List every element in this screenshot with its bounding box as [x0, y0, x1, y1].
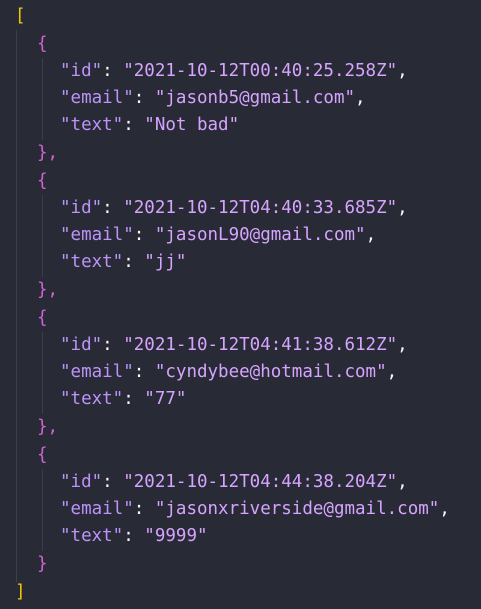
record-4-open-brace: { — [37, 445, 48, 465]
record-1-email-line: "email": "jasonb5@gmail.com", — [60, 88, 366, 108]
record-1-id-line: "id": "2021-10-12T00:40:25.258Z", — [60, 61, 408, 81]
record-1-id-value: "2021-10-12T00:40:25.258Z" — [123, 61, 398, 81]
record-4-id-value: "2021-10-12T04:44:38.204Z" — [123, 472, 398, 492]
record-1-text-value: "Not bad" — [144, 115, 240, 135]
record-2-email-value: "jasonL90@gmail.com" — [154, 225, 366, 245]
record-4-id-line: "id": "2021-10-12T04:44:38.204Z", — [60, 472, 408, 492]
record-1-text-key: "text" — [60, 115, 124, 135]
record-1-close-brace: }, — [37, 143, 59, 163]
record-3-open-brace: { — [37, 308, 48, 328]
record-3-email-line: "email": "cyndybee@hotmail.com", — [60, 362, 398, 382]
record-2-id-key: "id" — [60, 198, 103, 218]
record-4-text-value: "9999" — [144, 526, 208, 546]
record-4-close-brace: } — [37, 554, 48, 574]
record-2-close-brace: }, — [37, 280, 59, 300]
record-3-id-value: "2021-10-12T04:41:38.612Z" — [123, 335, 398, 355]
record-4-id-key: "id" — [60, 472, 103, 492]
close-bracket: ] — [15, 582, 26, 602]
record-3-email-key: "email" — [60, 362, 134, 382]
indent-guide-record-3 — [42, 332, 43, 414]
record-2-email-line: "email": "jasonL90@gmail.com", — [60, 225, 377, 245]
record-4-text-line: "text": "9999" — [60, 526, 208, 546]
record-4-text-key: "text" — [60, 526, 124, 546]
record-2-id-value: "2021-10-12T04:40:33.685Z" — [123, 198, 398, 218]
record-3-id-line: "id": "2021-10-12T04:41:38.612Z", — [60, 335, 408, 355]
record-4-email-key: "email" — [60, 499, 134, 519]
record-1-email-key: "email" — [60, 88, 134, 108]
json-editor[interactable]: [ { "id": "2021-10-12T00:40:25.258Z", "e… — [0, 0, 481, 609]
record-2-text-line: "text": "jj" — [60, 252, 187, 272]
record-3-email-value: "cyndybee@hotmail.com" — [154, 362, 387, 382]
indent-guide-record-2 — [42, 195, 43, 277]
record-1-open-brace: { — [37, 34, 48, 54]
indent-guide-record-1 — [42, 58, 43, 140]
record-3-text-value: "77" — [144, 389, 187, 409]
record-1-id-key: "id" — [60, 61, 103, 81]
record-2-open-brace: { — [37, 171, 48, 191]
record-4-email-line: "email": "jasonxriverside@gmail.com", — [60, 499, 450, 519]
open-bracket: [ — [15, 6, 26, 26]
record-2-text-value: "jj" — [144, 252, 187, 272]
record-2-email-key: "email" — [60, 225, 134, 245]
record-4-email-value: "jasonxriverside@gmail.com" — [154, 499, 440, 519]
record-3-close-brace: }, — [37, 417, 59, 437]
record-3-id-key: "id" — [60, 335, 103, 355]
record-3-text-key: "text" — [60, 389, 124, 409]
record-2-id-line: "id": "2021-10-12T04:40:33.685Z", — [60, 198, 408, 218]
record-1-email-value: "jasonb5@gmail.com" — [154, 88, 356, 108]
record-1-text-line: "text": "Not bad" — [60, 115, 240, 135]
indent-guide-record-4 — [42, 469, 43, 551]
record-2-text-key: "text" — [60, 252, 124, 272]
record-3-text-line: "text": "77" — [60, 389, 187, 409]
indent-guide-outer — [16, 30, 17, 582]
